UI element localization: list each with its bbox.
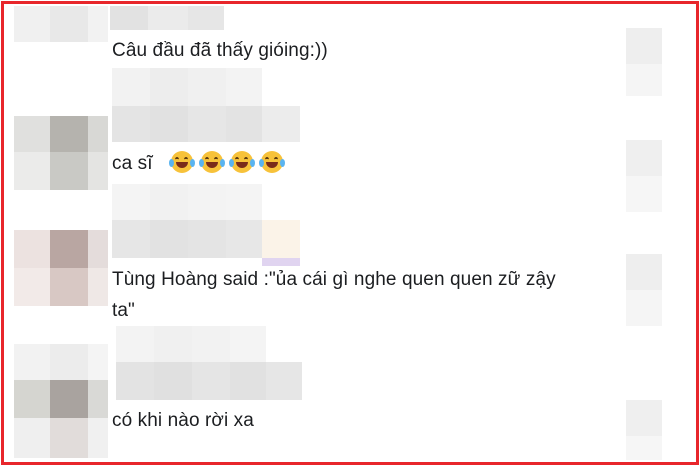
laughing-crying-emoji-icon — [229, 151, 256, 173]
laughing-crying-emoji-icon — [199, 151, 226, 173]
comment-text-1: Câu đầu đã thấy gióing:)) — [112, 40, 328, 61]
laughing-crying-emoji-icon — [259, 151, 286, 173]
screenshot-frame: Câu đầu đã thấy gióing:)) ca sĩ Tùng Hoà… — [1, 1, 699, 465]
comment-text-3-line1: Tùng Hoàng said :"ủa cái gì nghe quen qu… — [112, 269, 556, 290]
laughing-crying-emoji-icon — [169, 151, 196, 173]
comment-text-2: ca sĩ — [112, 151, 291, 177]
comment-text-4: có khi nào rời xa — [112, 410, 254, 431]
comment-text-3-line2: ta" — [112, 300, 135, 321]
comment-2-label: ca sĩ — [112, 153, 153, 174]
